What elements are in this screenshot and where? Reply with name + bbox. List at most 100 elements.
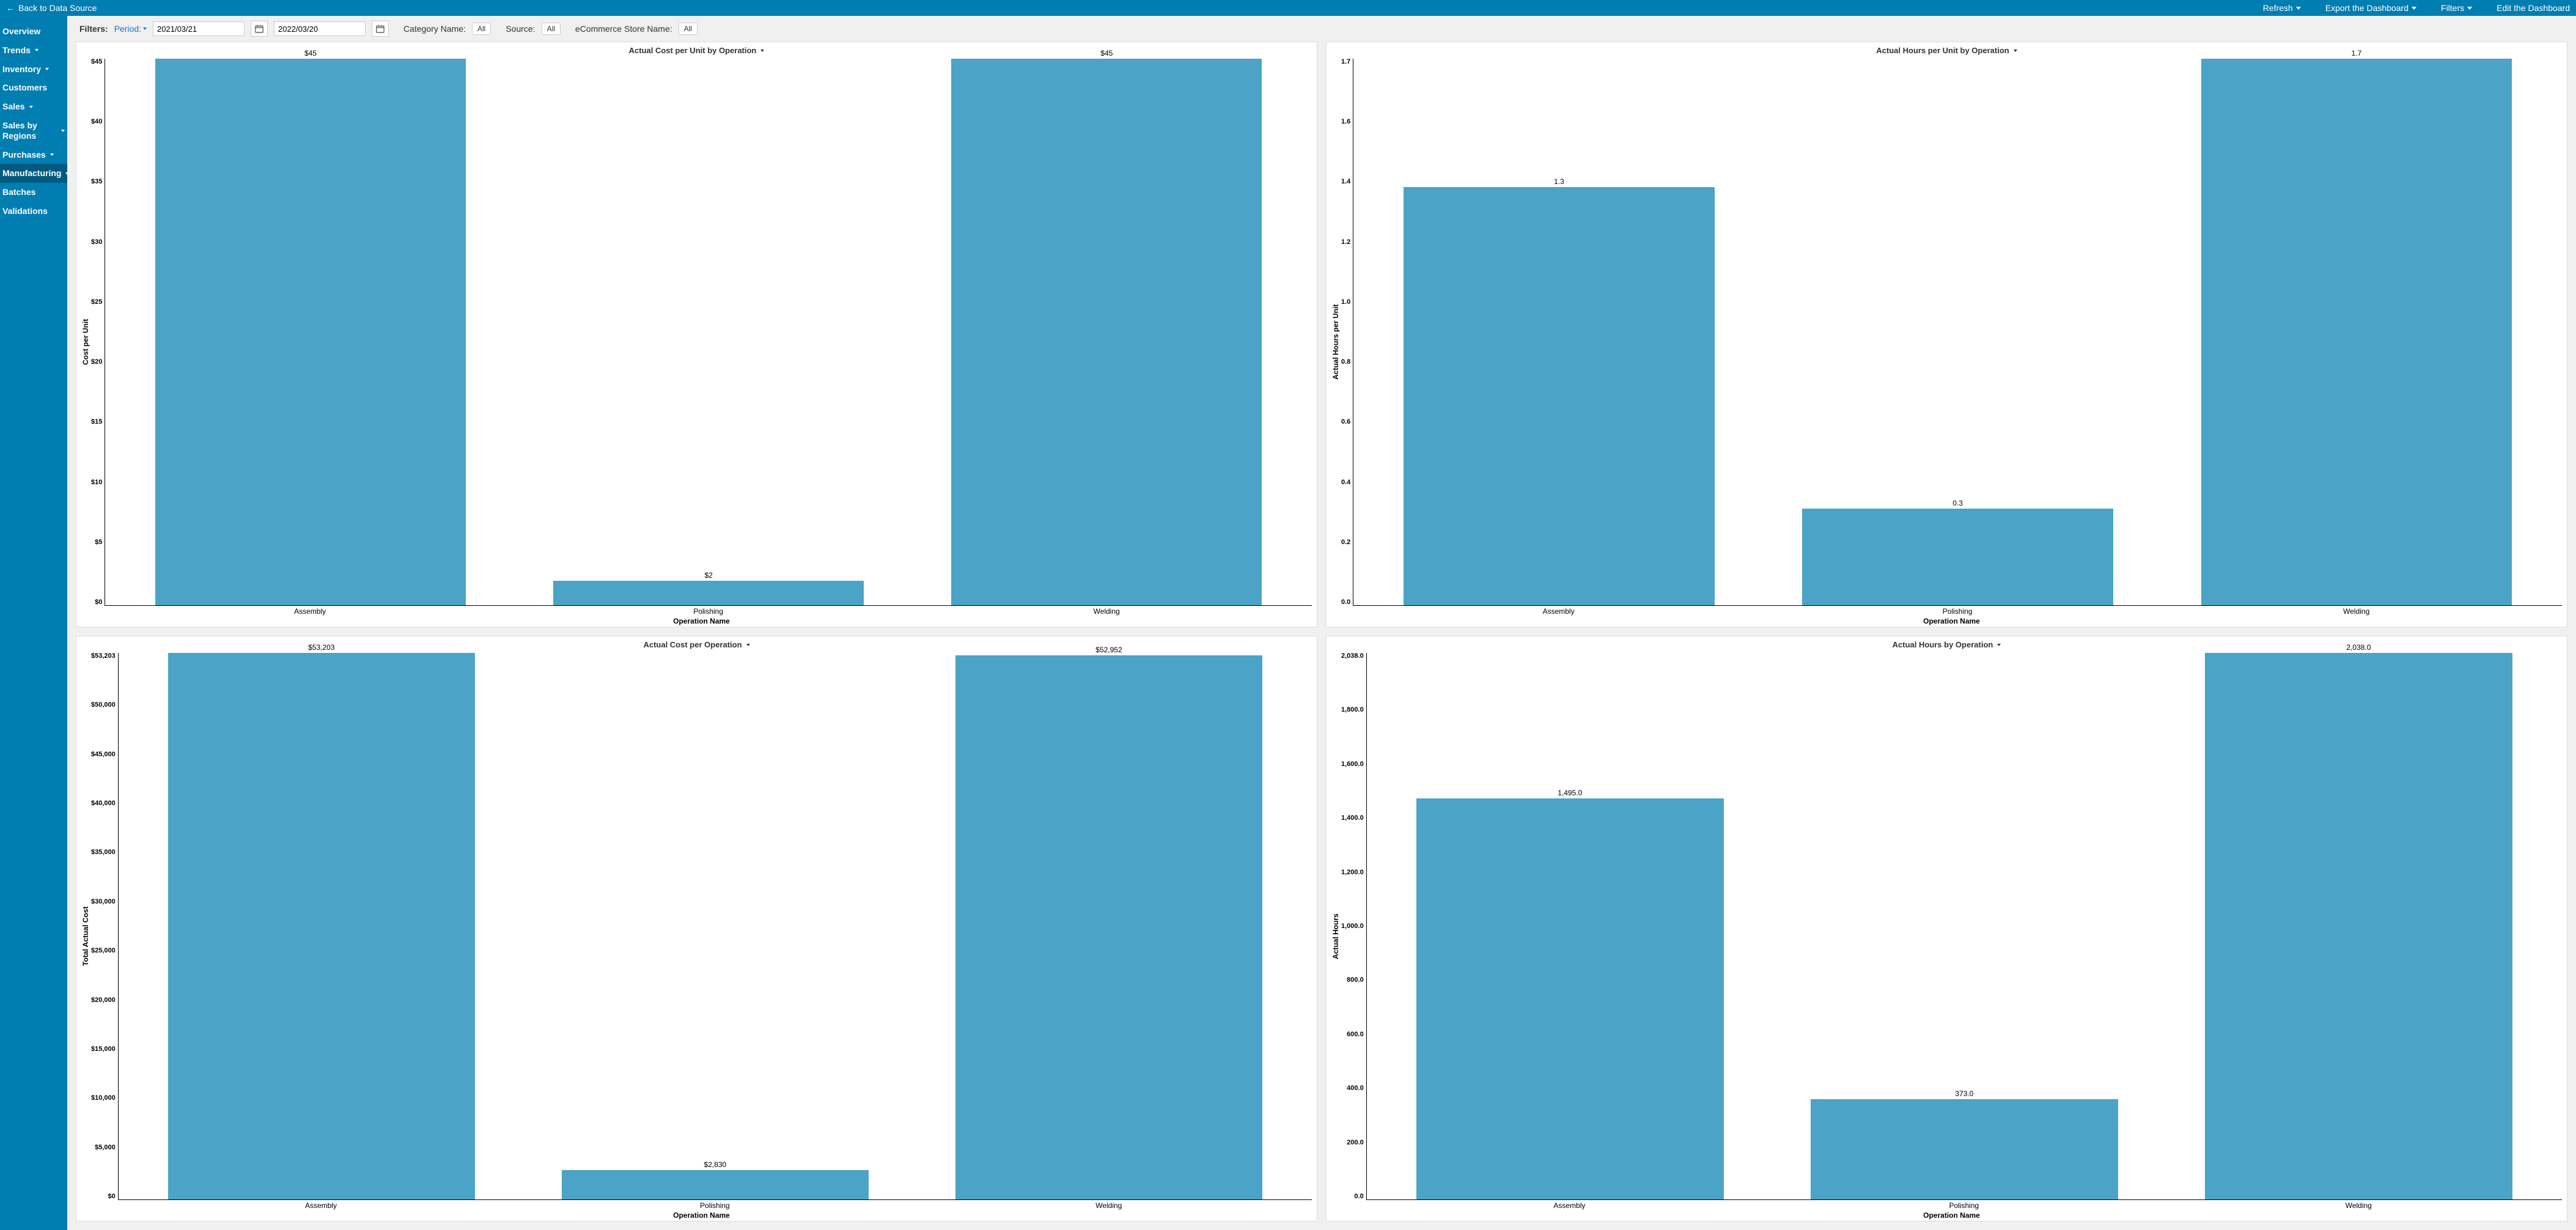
sidebar-item-purchases[interactable]: Purchases [0, 145, 67, 164]
sidebar-item-label: Batches [2, 187, 35, 197]
plot-area: $53,203$2,830$52,952 [118, 653, 1312, 1200]
sidebar-item-inventory[interactable]: Inventory [0, 60, 67, 79]
chart-card-cost_per_unit: Actual Cost per Unit by OperationCost pe… [76, 42, 1317, 627]
sidebar-item-overview[interactable]: Overview [0, 22, 67, 41]
caret-down-icon [45, 68, 49, 70]
calendar-from-button[interactable] [251, 21, 268, 37]
y-axis: $45$40$35$30$25$20$15$10$5$0 [91, 59, 105, 606]
bar [1416, 798, 1724, 1199]
y-tick: 0.0 [1341, 599, 1350, 606]
bar-assembly[interactable]: $45 [111, 59, 509, 605]
sidebar-item-manufacturing[interactable]: Manufacturing [0, 164, 67, 183]
sidebar-item-validations[interactable]: Validations [0, 202, 67, 221]
sidebar-item-sales[interactable]: Sales [0, 97, 67, 116]
refresh-menu[interactable]: Refresh [2263, 3, 2301, 13]
y-tick: $15,000 [91, 1046, 116, 1053]
period-label: Period: [114, 24, 141, 34]
sidebar-item-batches[interactable]: Batches [0, 183, 67, 202]
y-tick: $35,000 [91, 849, 116, 856]
sidebar-item-label: Overview [2, 26, 40, 37]
bar-assembly[interactable]: 1.3 [1360, 59, 1758, 605]
x-tick: Assembly [111, 607, 509, 616]
sidebar-item-label: Sales [2, 101, 25, 112]
calendar-to-button[interactable] [372, 21, 389, 37]
bar-polishing[interactable]: $2 [510, 59, 908, 605]
y-tick: $50,000 [91, 702, 116, 709]
y-tick: $0 [95, 599, 102, 606]
y-tick: 0.8 [1341, 359, 1350, 366]
x-axis: AssemblyPolishingWelding [105, 606, 1312, 616]
bar-value-label: $52,952 [912, 646, 1306, 654]
caret-down-icon [2296, 7, 2301, 10]
bar-welding[interactable]: $45 [908, 59, 1306, 605]
source-filter[interactable]: All [542, 23, 561, 35]
store-label: eCommerce Store Name: [575, 24, 672, 34]
bar [951, 59, 1262, 605]
y-tick: $20,000 [91, 997, 116, 1004]
y-axis-label: Actual Hours per Unit [1330, 59, 1341, 625]
store-filter[interactable]: All [679, 23, 697, 35]
period-dropdown[interactable]: Period: [114, 24, 147, 34]
x-tick: Welding [2157, 607, 2556, 616]
y-tick: $40,000 [91, 800, 116, 807]
back-to-data-source[interactable]: ← Back to Data Source [6, 3, 97, 13]
y-tick: 1.0 [1341, 299, 1350, 306]
sidebar-item-label: Validations [2, 206, 48, 216]
x-axis-label: Operation Name [1341, 616, 2562, 625]
bar-polishing[interactable]: 0.3 [1759, 59, 2157, 605]
y-tick: $35 [91, 179, 102, 185]
y-tick: $15 [91, 419, 102, 425]
bar [1811, 1099, 2118, 1199]
sidebar-item-label: Purchases [2, 150, 46, 160]
bar-value-label: 0.3 [1759, 499, 2157, 507]
y-tick: $10 [91, 479, 102, 486]
y-tick: $45,000 [91, 751, 116, 758]
chart-title: Actual Cost per Unit by Operation [629, 46, 757, 55]
filters-title: Filters: [79, 24, 108, 34]
y-tick: 1,000.0 [1341, 923, 1364, 930]
bar-value-label: 373.0 [1767, 1089, 2162, 1098]
bar-assembly[interactable]: $53,203 [125, 653, 518, 1199]
x-axis-label: Operation Name [91, 616, 1312, 625]
bar-welding[interactable]: $52,952 [912, 653, 1306, 1199]
edit-dashboard[interactable]: Edit the Dashboard [2497, 3, 2570, 13]
calendar-icon [376, 24, 385, 33]
y-tick: 0.6 [1341, 419, 1350, 425]
bar [553, 581, 864, 605]
y-tick: 1,400.0 [1341, 815, 1364, 822]
bar [155, 59, 466, 605]
bar-value-label: $45 [908, 49, 1306, 57]
plot-area: 1,495.0373.02,038.0 [1366, 653, 2562, 1200]
sidebar-item-trends[interactable]: Trends [0, 41, 67, 60]
sidebar-item-sales-by-regions[interactable]: Sales by Regions [0, 116, 67, 145]
export-menu[interactable]: Export the Dashboard [2325, 3, 2416, 13]
chart-title: Actual Hours per Unit by Operation [1876, 46, 2009, 55]
x-tick: Welding [907, 607, 1306, 616]
export-label: Export the Dashboard [2325, 3, 2409, 13]
chart-card-actual_hours: Actual Hours by OperationActual Hours2,0… [1326, 636, 2567, 1221]
caret-down-icon [50, 153, 54, 156]
date-from-input[interactable] [153, 21, 245, 36]
bar-polishing[interactable]: $2,830 [518, 653, 912, 1199]
y-tick: $40 [91, 119, 102, 125]
filters-menu[interactable]: Filters [2441, 3, 2472, 13]
bar-welding[interactable]: 2,038.0 [2162, 653, 2556, 1199]
y-tick: 1.4 [1341, 179, 1350, 185]
bar-polishing[interactable]: 373.0 [1767, 653, 2162, 1199]
bar-welding[interactable]: 1.7 [2157, 59, 2556, 605]
y-tick: $30 [91, 239, 102, 246]
y-tick: $25 [91, 299, 102, 306]
date-to-input[interactable] [274, 21, 366, 36]
bar-assembly[interactable]: 1,495.0 [1373, 653, 1767, 1199]
y-tick: 2,038.0 [1341, 653, 1364, 660]
bar [168, 653, 475, 1199]
topbar: ← Back to Data Source Refresh Export the… [0, 0, 2576, 16]
y-tick: $0 [108, 1193, 116, 1200]
category-filter[interactable]: All [472, 23, 491, 35]
x-axis-label: Operation Name [1341, 1210, 2562, 1220]
x-axis: AssemblyPolishingWelding [1366, 1200, 2562, 1210]
sidebar-item-customers[interactable]: Customers [0, 78, 67, 97]
bar [562, 1170, 869, 1199]
edit-label: Edit the Dashboard [2497, 3, 2570, 13]
y-tick: $5 [95, 539, 102, 546]
